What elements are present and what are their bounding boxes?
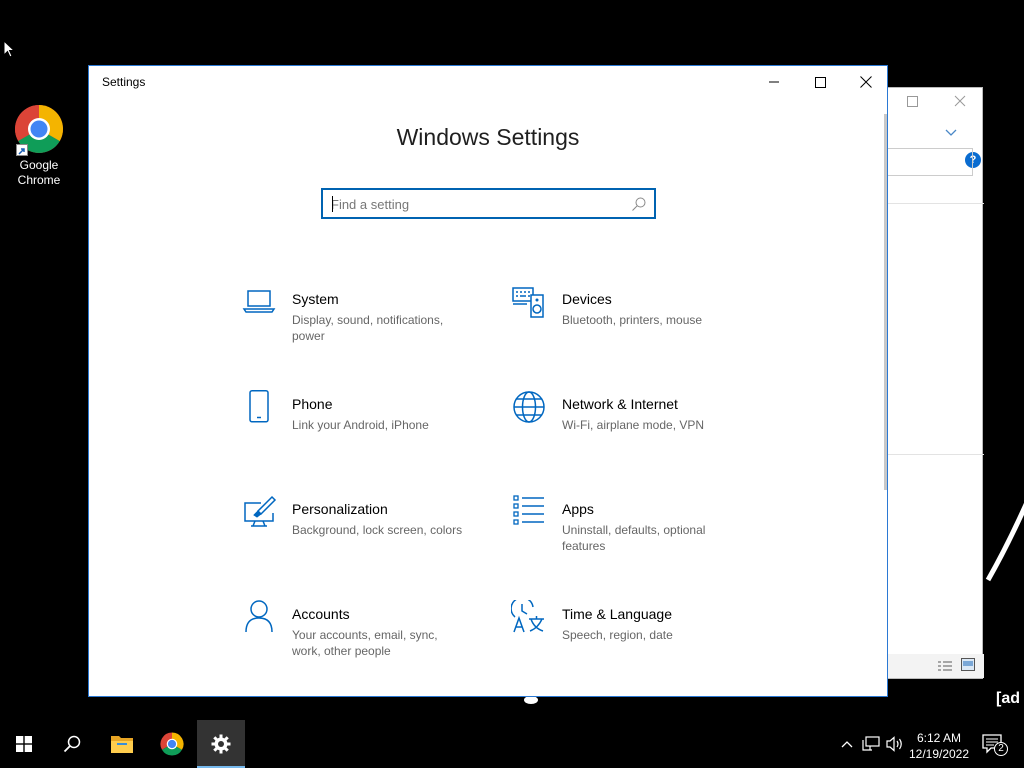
window-title: Settings: [102, 75, 146, 89]
settings-titlebar[interactable]: Settings: [89, 66, 887, 98]
settings-window[interactable]: Settings Windows Settings Find a setting…: [88, 65, 888, 697]
volume-tray-button[interactable]: [884, 732, 906, 756]
search-icon[interactable]: [631, 196, 647, 212]
category-title: Time & Language: [562, 606, 672, 622]
category-title: Phone: [292, 396, 333, 412]
clock-time: 6:12 AM: [916, 731, 962, 745]
category-accounts[interactable]: Accounts Your accounts, email, sync, wor…: [241, 600, 471, 670]
background-artwork: [985, 502, 1024, 582]
globe-icon: [513, 391, 545, 423]
taskbar-file-explorer[interactable]: [98, 720, 146, 768]
search-input[interactable]: [331, 194, 621, 214]
show-hidden-icons-button[interactable]: [836, 732, 858, 756]
notification-count-badge: 2: [994, 742, 1008, 756]
category-title: Devices: [562, 291, 612, 307]
person-icon: [245, 600, 273, 633]
category-description: Link your Android, iPhone: [292, 418, 429, 432]
taskbar-settings[interactable]: [197, 720, 245, 768]
category-description: Uninstall, defaults, optional features: [562, 523, 706, 553]
category-description: Display, sound, notifications, power: [292, 313, 444, 343]
category-description: Your accounts, email, sync, work, other …: [292, 628, 438, 658]
text-caret: [332, 196, 333, 212]
address-bar[interactable]: [885, 148, 973, 176]
page-title: Windows Settings: [396, 124, 580, 150]
close-button[interactable]: [843, 66, 889, 98]
network-icon: [862, 736, 880, 751]
phone-icon: [249, 390, 269, 423]
volume-icon: [886, 736, 902, 752]
close-icon[interactable]: [954, 94, 966, 110]
category-phone[interactable]: Phone Link your Android, iPhone: [241, 390, 471, 460]
desktop-icon-label: Google Chrome: [17, 158, 61, 187]
laptop-icon: [242, 290, 276, 313]
search-box[interactable]: [321, 188, 656, 219]
settings-icon: [211, 734, 231, 754]
clock-date: 12/19/2022: [908, 747, 970, 761]
time-language-icon: [511, 600, 544, 633]
category-personalization[interactable]: Personalization Background, lock screen,…: [241, 495, 471, 565]
chrome-icon: [14, 104, 64, 156]
category-time-language[interactable]: Time & Language Speech, region, date: [511, 600, 741, 670]
action-center-button[interactable]: 2: [978, 732, 1008, 756]
desktop-icon-google-chrome[interactable]: Google Chrome: [6, 104, 72, 188]
minimize-button[interactable]: [751, 66, 797, 98]
details-view-icon[interactable]: [937, 659, 953, 677]
apps-list-icon: [513, 495, 544, 525]
chevron-up-icon: [841, 741, 853, 748]
category-apps[interactable]: Apps Uninstall, defaults, optional featu…: [511, 495, 741, 565]
category-title: Network & Internet: [562, 396, 678, 412]
start-icon: [16, 736, 32, 752]
category-description: Wi-Fi, airplane mode, VPN: [562, 418, 705, 432]
scrollbar[interactable]: [884, 114, 887, 490]
category-system[interactable]: System Display, sound, notifications, po…: [241, 285, 471, 355]
chevron-down-icon[interactable]: [945, 124, 957, 142]
category-devices[interactable]: Devices Bluetooth, printers, mouse: [511, 285, 741, 355]
category-title: Accounts: [292, 606, 350, 622]
minimize-icon: [769, 81, 779, 83]
category-network-internet[interactable]: Network & Internet Wi-Fi, airplane mode,…: [511, 390, 741, 460]
network-tray-button[interactable]: [860, 732, 882, 756]
large-icons-view-icon[interactable]: [961, 658, 975, 676]
file-explorer-icon: [111, 736, 133, 753]
category-title: Apps: [562, 501, 594, 517]
taskbar-chrome[interactable]: [148, 720, 196, 768]
chrome-icon: [160, 732, 184, 756]
taskbar-clock[interactable]: 6:12 AM 12/19/2022: [906, 730, 972, 762]
mouse-cursor: [3, 40, 15, 58]
category-title: System: [292, 291, 339, 307]
maximize-icon[interactable]: [907, 94, 918, 110]
search-icon: [63, 735, 81, 753]
category-description: Speech, region, date: [562, 628, 673, 642]
maximize-icon: [814, 76, 826, 88]
overlay-text: [ad: [996, 690, 1020, 707]
category-title: Personalization: [292, 501, 388, 517]
category-description: Bluetooth, printers, mouse: [562, 313, 703, 327]
taskbar-search-button[interactable]: [48, 720, 96, 768]
keyboard-speaker-icon: [512, 287, 544, 318]
shortcut-arrow-icon: [16, 144, 28, 156]
paint-monitor-icon: [244, 495, 277, 527]
background-artwork: [524, 696, 538, 704]
taskbar: 6:12 AM 12/19/2022 2: [0, 720, 1024, 768]
desktop: Google Chrome ? [ad Settings Windows Set…: [0, 0, 1024, 720]
close-icon: [860, 76, 872, 88]
maximize-button[interactable]: [797, 66, 843, 98]
start-button[interactable]: [0, 720, 48, 768]
category-description: Background, lock screen, colors: [292, 523, 463, 537]
